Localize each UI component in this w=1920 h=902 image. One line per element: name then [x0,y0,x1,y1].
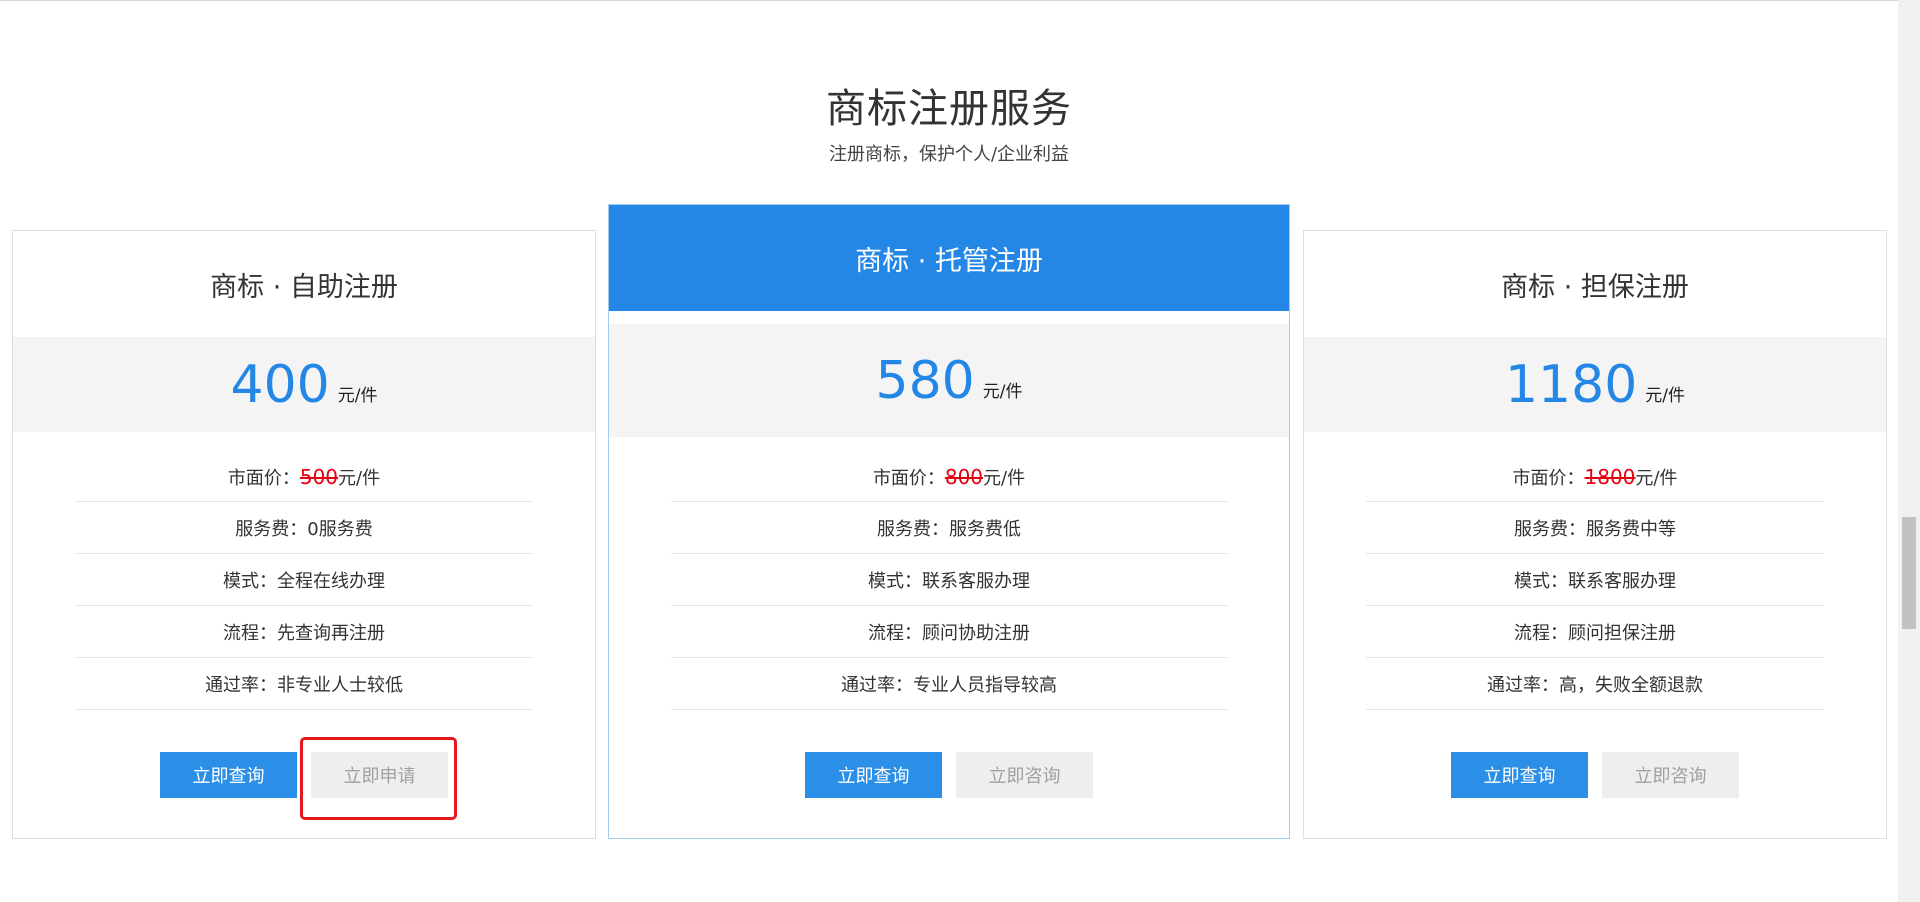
feature-list: 市面价： 800 元/件 服务费：服务费低 模式：联系客服办理 流程：顾问协助注册 … [671,453,1227,710]
feature-list: 市面价： 500 元/件 服务费：0服务费 模式：全程在线办理 流程：先查询再注册 … [75,453,533,710]
market-price-row: 市面价： 1800 元/件 [1366,453,1824,502]
query-button[interactable]: 立即查询 [160,752,297,798]
pass-rate-row: 通过率：高，失败全额退款 [1366,658,1824,710]
market-price-unit: 元/件 [1635,468,1678,489]
section-title: 商标注册服务 [826,86,1072,132]
query-button[interactable]: 立即查询 [1451,752,1588,798]
consult-button[interactable]: 立即咨询 [1602,752,1739,798]
plan-title: 商标 · 托管注册 [609,205,1289,311]
query-button[interactable]: 立即查询 [805,752,942,798]
vertical-scrollbar[interactable] [1898,0,1920,902]
plan-card-guaranteed: 商标 · 担保注册 1180 元/件 市面价： 1800 元/件 服务费：服务费中等… [1303,230,1887,839]
mode-row: 模式：全程在线办理 [75,554,533,606]
top-divider [0,0,1898,1]
process-row: 流程：先查询再注册 [75,606,533,658]
process-row: 流程：顾问担保注册 [1366,606,1824,658]
market-price-label: 市面价： [1512,468,1585,489]
price-band: 580 元/件 [609,324,1289,437]
feature-list: 市面价： 1800 元/件 服务费：服务费中等 模式：联系客服办理 流程：顾问担保注… [1366,453,1824,710]
pass-rate-row: 通过率：非专业人士较低 [75,658,533,710]
section-subtitle: 注册商标，保护个人/企业利益 [828,144,1070,165]
action-buttons: 立即查询 立即咨询 [609,752,1289,798]
market-price-row: 市面价： 800 元/件 [671,453,1227,502]
process-row: 流程：顾问协助注册 [671,606,1227,658]
highlight-box [300,737,457,820]
service-fee-row: 服务费：服务费低 [671,502,1227,554]
price-unit: 元/件 [1645,386,1686,406]
plan-title: 商标 · 担保注册 [1501,271,1689,303]
market-price-unit: 元/件 [338,468,381,489]
service-fee-row: 服务费：0服务费 [75,502,533,554]
market-price-value: 800 [944,465,984,489]
scrollbar-thumb[interactable] [1902,517,1916,629]
price-value: 580 [875,350,975,411]
service-fee-row: 服务费：服务费中等 [1366,502,1824,554]
price-band: 400 元/件 [13,337,595,432]
market-price-unit: 元/件 [983,468,1026,489]
price-value: 1180 [1504,354,1638,415]
market-price-label: 市面价： [872,468,945,489]
action-buttons: 立即查询 立即咨询 [1304,752,1886,798]
price-unit: 元/件 [982,382,1023,402]
market-price-label: 市面价： [227,468,300,489]
plan-card-managed: 商标 · 托管注册 580 元/件 市面价： 800 元/件 服务费：服务费低 模式… [608,204,1290,839]
price-band: 1180 元/件 [1304,337,1886,432]
market-price-value: 1800 [1584,465,1636,489]
pass-rate-row: 通过率：专业人员指导较高 [671,658,1227,710]
market-price-row: 市面价： 500 元/件 [75,453,533,502]
mode-row: 模式：联系客服办理 [1366,554,1824,606]
price-value: 400 [230,354,330,415]
consult-button[interactable]: 立即咨询 [956,752,1093,798]
plan-title: 商标 · 自助注册 [210,271,398,303]
market-price-value: 500 [299,465,339,489]
mode-row: 模式：联系客服办理 [671,554,1227,606]
price-unit: 元/件 [337,386,378,406]
